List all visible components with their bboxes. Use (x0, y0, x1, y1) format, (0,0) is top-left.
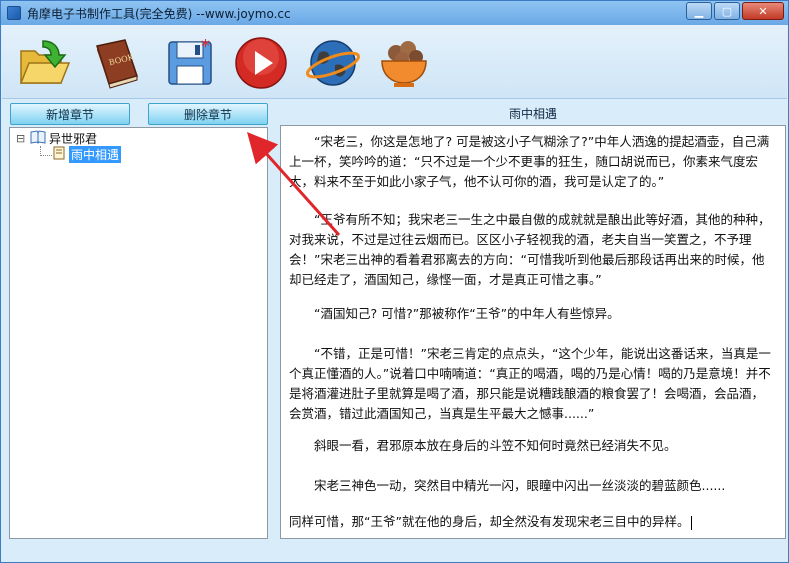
status-bar (2, 541, 787, 562)
annotation-arrow (247, 132, 341, 236)
app-window: 角摩电子书制作工具(完全免费) --www.joymo.cc ▁ ▢ ✕ BOO… (0, 0, 789, 563)
